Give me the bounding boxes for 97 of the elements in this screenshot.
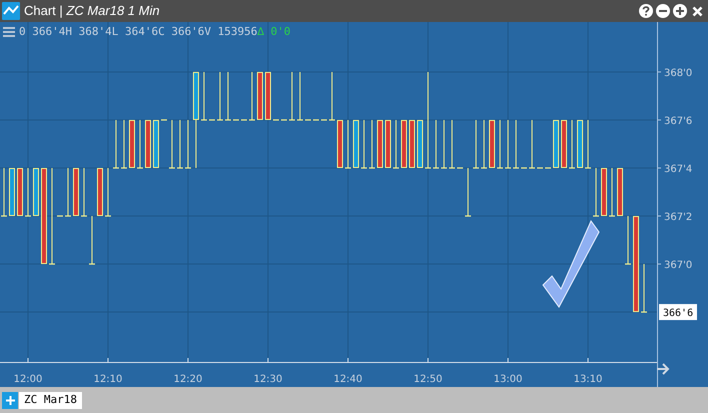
candlestick — [553, 119, 559, 168]
candlestick — [185, 119, 191, 169]
candlestick — [369, 119, 375, 169]
candlestick — [529, 119, 535, 169]
candlestick — [57, 215, 63, 217]
axis-label: 368'0 — [664, 68, 692, 79]
candlestick — [433, 119, 439, 169]
chart-tab[interactable]: ZC Mar18 — [19, 392, 82, 408]
candlestick — [457, 167, 463, 169]
candlestick — [569, 119, 575, 169]
candlestick — [1, 168, 7, 217]
candlestick — [585, 119, 591, 169]
candlestick — [169, 119, 175, 169]
candlestick — [161, 119, 167, 121]
axis-label: 367'6 — [664, 116, 692, 127]
candlestick — [121, 119, 127, 169]
candlestick — [153, 119, 159, 168]
minimize-button[interactable] — [656, 4, 670, 18]
candlestick — [593, 168, 599, 217]
candlestick — [385, 119, 391, 168]
candlestick — [449, 119, 455, 169]
axis-label: 367'0 — [664, 260, 692, 272]
candlestick — [217, 71, 223, 121]
candlestick — [409, 119, 415, 168]
close-icon — [692, 6, 702, 16]
minus-icon — [659, 10, 667, 12]
plus-icon — [676, 7, 684, 15]
candlestick — [265, 71, 271, 120]
candlestick — [97, 168, 103, 216]
candlestick — [361, 119, 367, 169]
candlestick — [521, 167, 527, 169]
candlestick — [145, 119, 151, 168]
axis-label: 367'4 — [664, 164, 692, 175]
right-arrow-icon[interactable] — [656, 363, 670, 375]
candlestick — [441, 119, 447, 169]
candlestick — [473, 119, 479, 169]
candlestick — [177, 119, 183, 169]
candlestick — [625, 216, 631, 265]
axis-label: 12:50 — [414, 374, 442, 385]
window-title: Chart | ZC Mar18 1 Min — [24, 2, 160, 20]
candlestick — [329, 71, 335, 121]
axis-label: 12:10 — [94, 374, 122, 385]
candlestick — [609, 168, 615, 217]
candlestick — [377, 119, 383, 168]
candlestick — [577, 119, 583, 168]
add-tab-button[interactable] — [2, 392, 18, 408]
axis-label: 12:00 — [14, 374, 42, 385]
axis-label: 12:30 — [254, 374, 282, 385]
candlestick — [129, 119, 135, 168]
candlestick — [89, 216, 95, 265]
candlestick — [345, 119, 351, 169]
candlestick — [513, 119, 519, 169]
candlestick — [393, 119, 399, 169]
candlestick — [561, 119, 567, 168]
axis-label: 13:10 — [574, 374, 602, 385]
candlestick — [497, 119, 503, 169]
candlestick — [481, 119, 487, 169]
candlestick — [489, 119, 495, 168]
candlestick — [353, 119, 359, 168]
candlestick — [17, 168, 23, 216]
candlestick — [249, 71, 255, 121]
candlestick — [337, 119, 343, 168]
axis-label: 367'2 — [664, 212, 692, 223]
candlestick — [505, 119, 511, 169]
candlestick — [465, 168, 471, 217]
menu-icon[interactable] — [3, 27, 15, 38]
axis-label: 12:20 — [174, 374, 202, 385]
help-button[interactable] — [639, 4, 653, 18]
maximize-button[interactable] — [673, 4, 687, 18]
candlestick — [73, 168, 79, 216]
candlestick — [81, 168, 87, 217]
candlestick — [401, 119, 407, 168]
axis-label: 13:00 — [494, 374, 522, 385]
question-mark-icon — [642, 6, 650, 16]
axis-label: 12:40 — [334, 374, 362, 385]
candlestick — [257, 71, 263, 120]
candlestick — [617, 168, 623, 216]
candlestick — [9, 168, 15, 216]
ohlc-readout: 0 366'4H 368'4L 364'6C 366'6V 153956 — [19, 24, 258, 40]
candlestick — [33, 168, 39, 216]
candlestick — [209, 119, 215, 121]
change-readout: ∆ 0'0 — [257, 24, 291, 40]
candlestick — [289, 71, 295, 121]
candlestick — [641, 264, 647, 313]
candlestick — [105, 168, 111, 217]
candlestick — [417, 119, 423, 168]
last-price-label: 366'6 — [659, 304, 697, 320]
candlestick — [137, 119, 143, 169]
candlestick — [225, 71, 231, 121]
candlestick — [201, 71, 207, 121]
candlestick — [297, 71, 303, 121]
candlestick — [65, 168, 71, 217]
candlestick — [113, 119, 119, 169]
close-button[interactable] — [690, 4, 704, 18]
plus-icon — [6, 396, 14, 404]
candlestick — [601, 168, 607, 216]
candlestick — [25, 168, 31, 217]
